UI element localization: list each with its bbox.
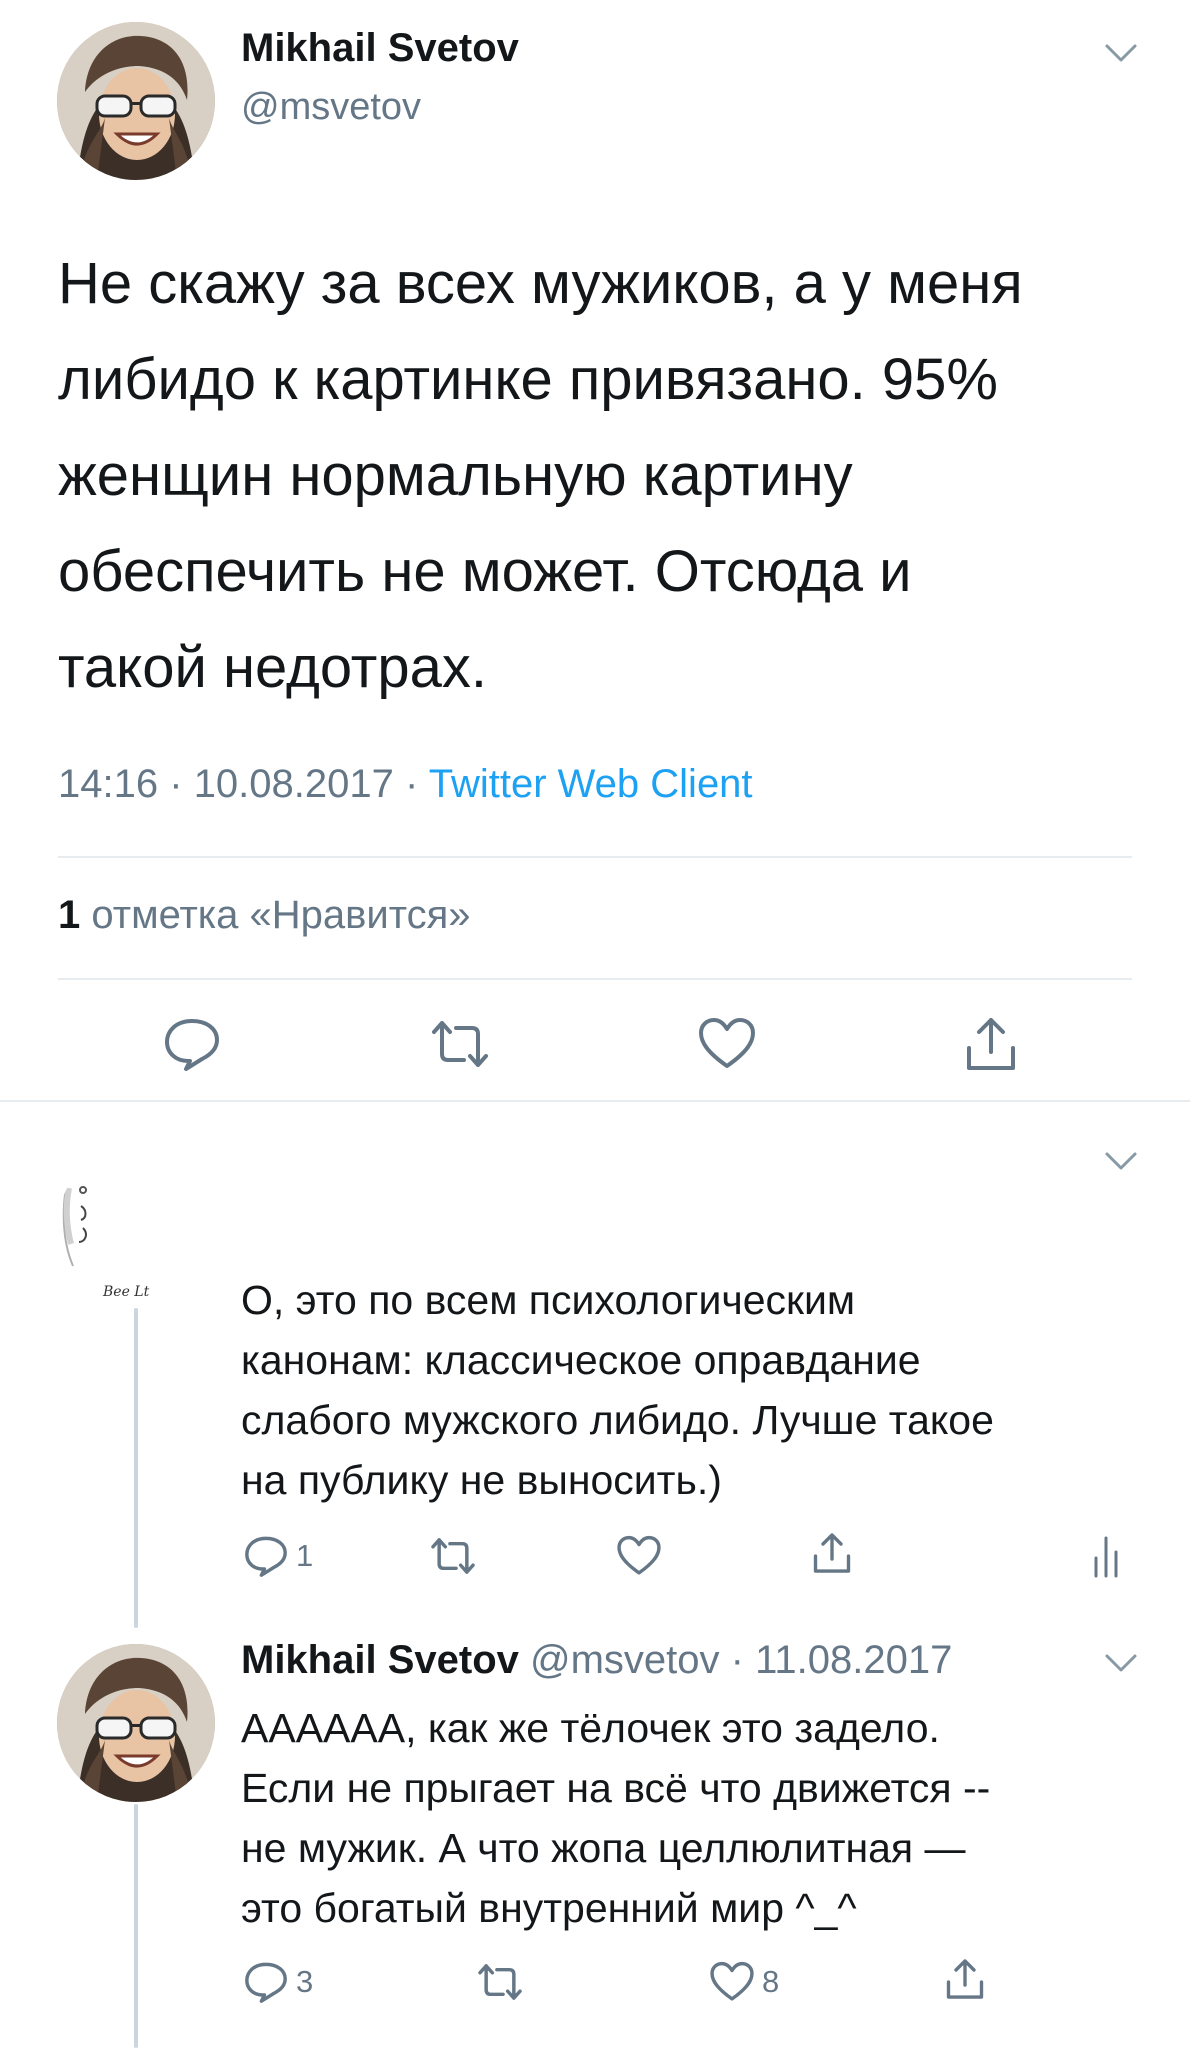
author-name[interactable]: Mikhail Svetov [241,26,519,71]
divider [58,856,1132,858]
reply-text-line: канонам: классическое оправдание [241,1337,921,1383]
share-icon[interactable] [811,1530,853,1576]
avatar-scribble-text: Bee Lt [102,1284,150,1300]
likes-summary[interactable]: 1 отметка «Нравится» [58,893,471,938]
likes-label: отметка «Нравится» [91,893,471,937]
analytics-icon[interactable] [1092,1534,1120,1578]
author-handle[interactable]: @msvetov [241,86,421,129]
reply-icon[interactable] [243,1534,289,1578]
reply-text-line: это богатый внутренний мир ^_^ [241,1885,857,1931]
like-count: 8 [762,1964,780,1999]
reply-text-line: на публику не выносить.) [241,1457,722,1503]
tweet-text-line: такой недотрах. [58,635,487,700]
reply-text-line: АААААА, как же тёлочек это задело. [241,1705,940,1751]
reply-icon[interactable] [243,1960,289,2004]
retweet-icon[interactable] [428,1018,492,1070]
reply-text-line: Если не прыгает на всё что движется -- [241,1765,991,1811]
retweet-icon[interactable] [428,1536,478,1576]
reply-text: АААААА, как же тёлочек это задело. Если … [241,1698,1161,1938]
like-icon[interactable] [697,1016,757,1072]
reply-author-name[interactable]: Mikhail Svetov [241,1638,519,1682]
reply-author-handle[interactable]: @msvetov [530,1638,720,1682]
chevron-down-icon[interactable] [1104,1150,1138,1172]
avatar-photo [57,22,215,180]
reply-text-line: слабого мужского либидо. Лучше такое [241,1397,994,1443]
avatar-photo [57,1644,215,1802]
meta-separator: · [169,762,183,806]
thread-line [134,1804,138,2048]
reply-header: Mikhail Svetov @msvetov · 11.08.2017 [241,1638,952,1683]
meta-separator: · [730,1638,744,1682]
retweet-icon[interactable] [475,1962,525,2002]
reply-text: О, это по всем психологическим канонам: … [241,1270,1161,1510]
reply-author-avatar[interactable] [57,1644,215,1802]
chevron-down-icon[interactable] [1104,42,1138,64]
reply-date[interactable]: 11.08.2017 [755,1638,952,1682]
thread-line [134,1308,138,1628]
like-icon[interactable] [616,1534,662,1578]
avatar-sketch: Bee Lt [57,1148,215,1306]
tweet-meta: 14:16 · 10.08.2017 · Twitter Web Client [58,762,753,807]
section-divider [0,1100,1190,1102]
divider [58,978,1132,980]
author-avatar[interactable] [57,22,215,180]
meta-separator: · [405,762,419,806]
client-link[interactable]: Twitter Web Client [429,762,753,806]
reply-count: 3 [296,1964,314,1999]
tweet-date[interactable]: 10.08.2017 [194,762,394,806]
reply-avatar[interactable]: Bee Lt [57,1148,215,1306]
reply-text-line: О, это по всем психологическим [241,1277,856,1323]
chevron-down-icon[interactable] [1104,1652,1138,1674]
reply-icon[interactable] [162,1016,222,1072]
tweet-time[interactable]: 14:16 [58,762,158,806]
share-icon[interactable] [944,1956,986,2002]
tweet-text-line: обеспечить не может. Отсюда и [58,539,912,604]
tweet-text-line: либидо к картинке привязано. 95% [58,347,998,412]
like-icon[interactable] [709,1960,755,2004]
reply-text-line: не мужик. А что жопа целлюлитная — [241,1825,966,1871]
likes-count: 1 [58,893,81,937]
tweet-text: Не скажу за всех мужиков, а у меня либид… [58,236,1138,716]
tweet-text-line: Не скажу за всех мужиков, а у меня [58,251,1023,316]
tweet-text-line: женщин нормальную картину [58,443,853,508]
share-icon[interactable] [963,1014,1019,1074]
reply-count: 1 [296,1538,314,1573]
